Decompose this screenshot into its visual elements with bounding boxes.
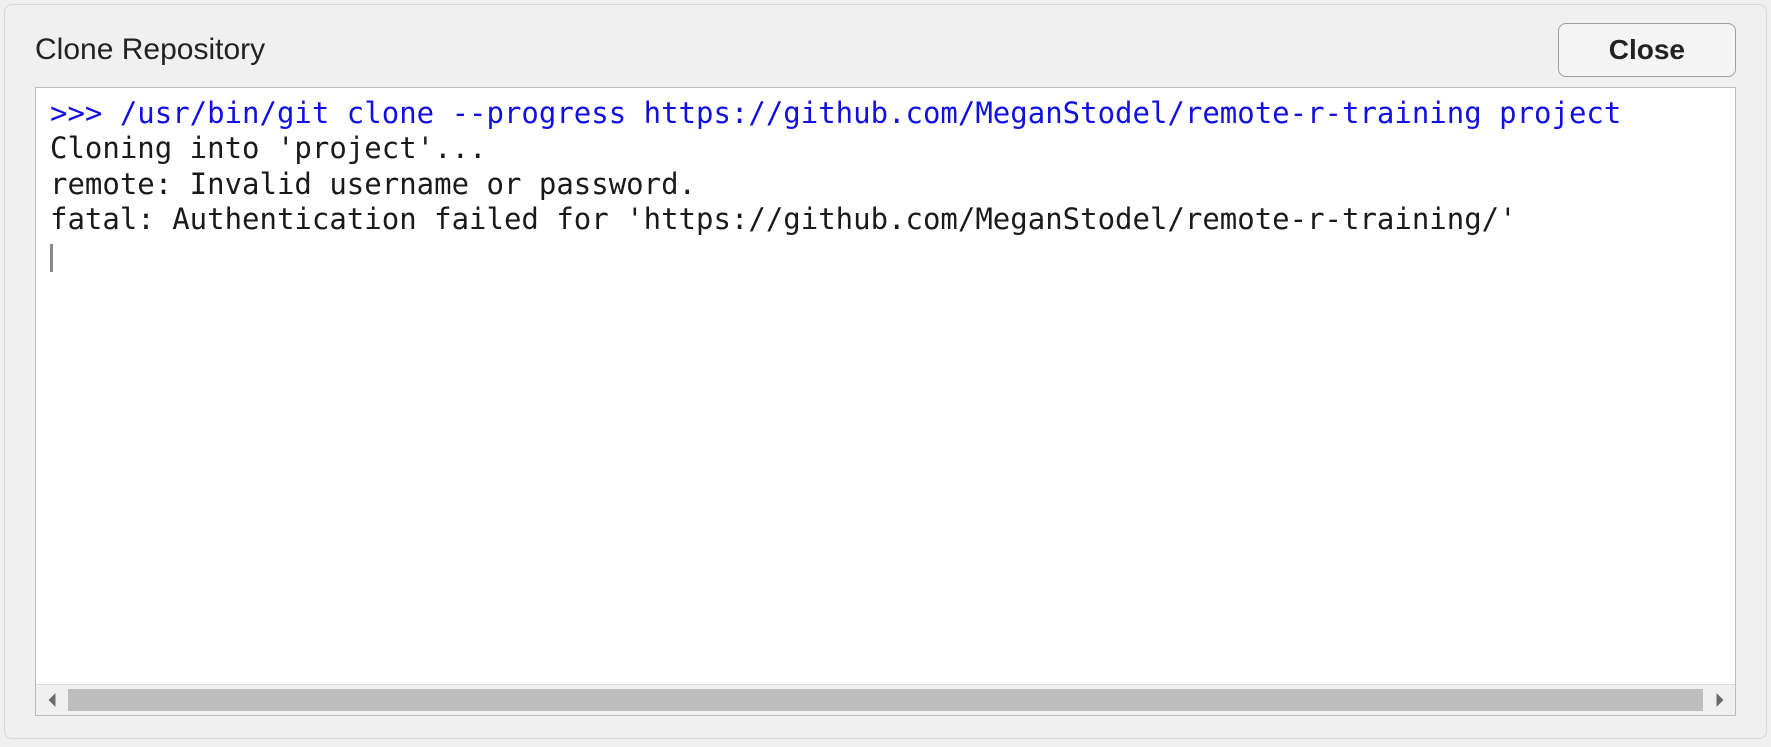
scrollbar-track[interactable] xyxy=(68,689,1703,711)
clone-repository-dialog: Clone Repository Close >>> /usr/bin/git … xyxy=(4,4,1767,739)
console-line: Cloning into 'project'... xyxy=(50,131,487,165)
scroll-right-arrow-icon[interactable] xyxy=(1707,688,1731,712)
close-button[interactable]: Close xyxy=(1558,23,1736,77)
console-line: remote: Invalid username or password. xyxy=(50,167,696,201)
console-cursor xyxy=(50,244,53,272)
scroll-left-arrow-icon[interactable] xyxy=(40,688,64,712)
console-output[interactable]: >>> /usr/bin/git clone --progress https:… xyxy=(36,88,1735,684)
dialog-header: Clone Repository Close xyxy=(5,5,1766,89)
console-command-line: >>> /usr/bin/git clone --progress https:… xyxy=(50,96,1621,130)
console-line: fatal: Authentication failed for 'https:… xyxy=(50,202,1517,236)
dialog-title: Clone Repository xyxy=(35,33,265,67)
console-panel: >>> /usr/bin/git clone --progress https:… xyxy=(35,87,1736,716)
horizontal-scrollbar[interactable] xyxy=(36,684,1735,715)
